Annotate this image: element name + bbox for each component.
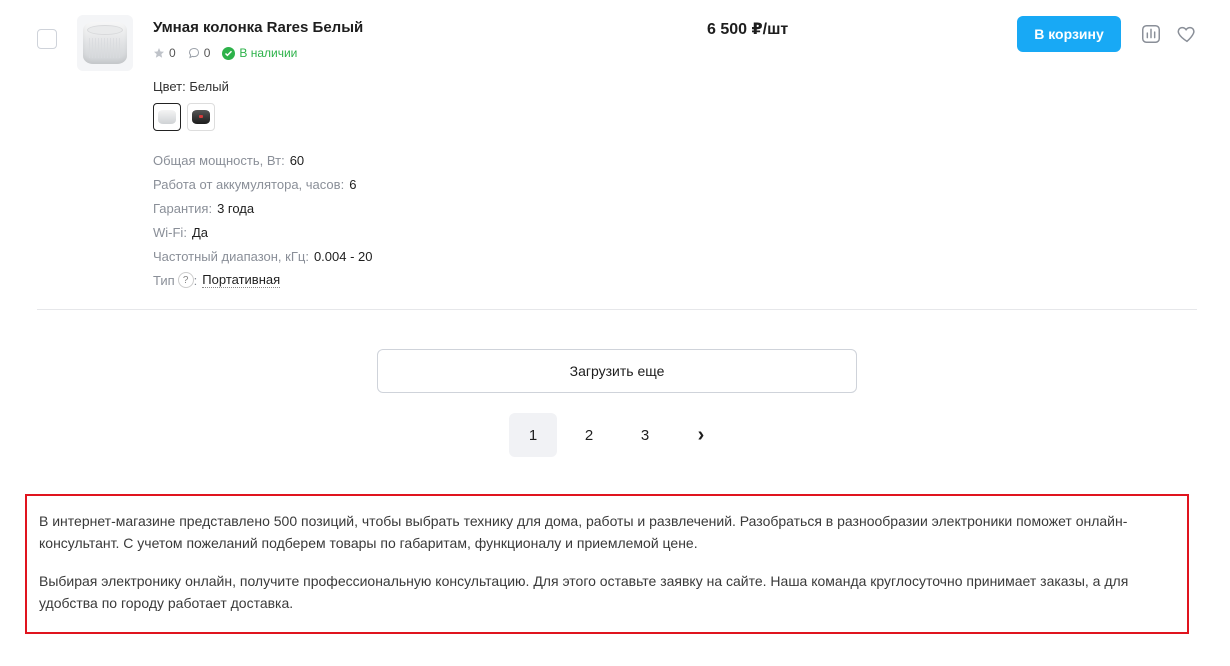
spec-list: Общая мощность, Вт: 60 Работа от аккумул…: [153, 148, 373, 292]
seo-paragraph-1: В интернет-магазине представлено 500 поз…: [39, 513, 1128, 551]
check-icon: [222, 46, 236, 60]
spec-value: 60: [289, 152, 305, 168]
comments[interactable]: 0: [188, 46, 211, 60]
spec-row: Гарантия: 3 года: [153, 196, 373, 220]
spec-row: Тип ?: Портативная: [153, 268, 373, 292]
divider: [37, 309, 1197, 310]
spec-colon: :: [281, 152, 285, 168]
star-icon: [154, 48, 164, 58]
select-checkbox[interactable]: [37, 29, 57, 49]
spec-key: Тип: [153, 272, 175, 288]
page-2[interactable]: 2: [565, 413, 613, 457]
product-meta: 0 0 В наличии: [153, 46, 297, 60]
spec-row: Частотный диапазон, кГц: 0.004 - 20: [153, 244, 373, 268]
comment-icon: [188, 47, 199, 59]
spec-value: 0.004 - 20: [313, 248, 373, 264]
page-3[interactable]: 3: [621, 413, 669, 457]
color-swatch-black[interactable]: [187, 103, 215, 131]
heart-icon[interactable]: [1175, 22, 1199, 46]
rating[interactable]: 0: [153, 46, 176, 60]
page-1[interactable]: 1: [509, 413, 557, 457]
spec-value: 6: [349, 176, 357, 192]
load-more-button[interactable]: Загрузить еще: [377, 349, 857, 393]
spec-colon: :: [208, 200, 213, 216]
spec-colon: :: [193, 272, 198, 288]
color-label: Цвет: Белый: [153, 79, 229, 94]
spec-key: Гарантия: [153, 200, 209, 216]
spec-row: Работа от аккумулятора, часов: 6: [153, 172, 373, 196]
comments-count: 0: [203, 46, 211, 60]
spec-value: 3 года: [217, 200, 255, 216]
speaker-white-image: [83, 22, 127, 64]
spec-row: Общая мощность, Вт: 60: [153, 148, 373, 172]
add-to-cart-button[interactable]: В корзину: [1017, 16, 1121, 52]
spec-value: Да: [191, 224, 208, 240]
chevron-right-icon[interactable]: ›: [677, 413, 725, 457]
price: 6 500 ₽/шт: [707, 21, 789, 38]
spec-colon: :: [340, 176, 345, 192]
swatch-black-image: [192, 110, 210, 124]
spec-colon: :: [183, 224, 187, 240]
spec-value-link[interactable]: Портативная: [202, 272, 281, 288]
stock-label: В наличии: [239, 46, 298, 60]
spec-row: Wi-Fi: Да: [153, 220, 373, 244]
color-swatch-white[interactable]: [153, 103, 181, 131]
product-title[interactable]: Умная колонка Rares Белый: [153, 19, 363, 36]
spec-key: Wi-Fi: [153, 224, 184, 240]
rating-value: 0: [169, 46, 176, 60]
swatch-white-image: [158, 110, 176, 124]
spec-colon: :: [305, 248, 309, 264]
seo-paragraph-2: Выбирая электронику онлайн, получите про…: [39, 573, 1129, 611]
help-icon[interactable]: ?: [177, 272, 194, 288]
spec-key: Работа от аккумулятора, часов: [153, 176, 341, 192]
seo-text-block: В интернет-магазине представлено 500 поз…: [25, 494, 1189, 634]
spec-key: Общая мощность, Вт: [153, 152, 282, 168]
compare-icon[interactable]: [1139, 22, 1163, 46]
stock-status: В наличии: [222, 46, 297, 60]
spec-key: Частотный диапазон, кГц: [153, 248, 306, 264]
product-image[interactable]: [77, 15, 133, 71]
